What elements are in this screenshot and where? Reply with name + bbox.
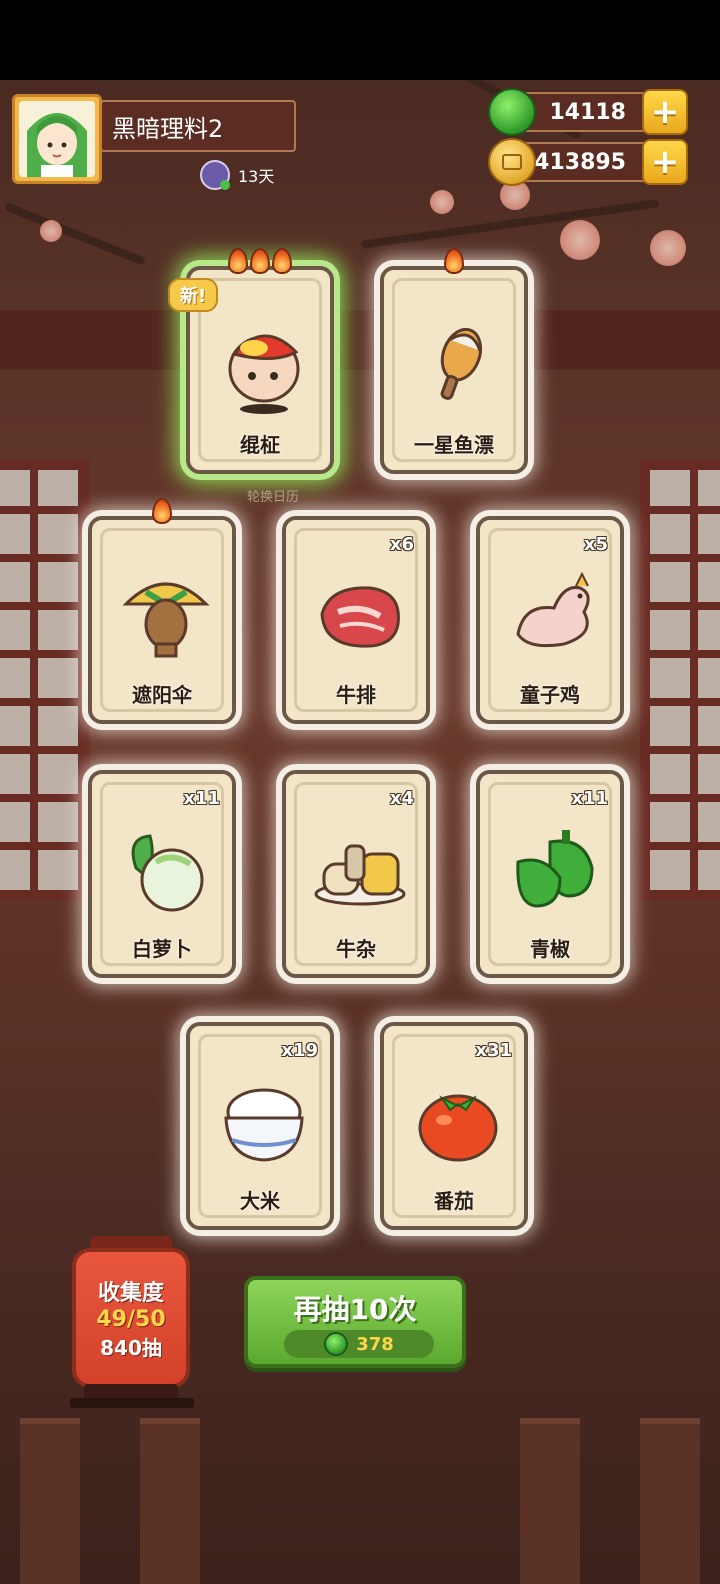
window-left xyxy=(0,460,90,900)
white-radish-icon xyxy=(131,834,204,912)
collection-lantern[interactable]: 收集度 49/50 840抽 xyxy=(72,1248,190,1388)
floor-post xyxy=(520,1418,580,1584)
card-item[interactable]: 遮阳伞 xyxy=(88,498,236,724)
card-name: 牛杂 xyxy=(336,937,376,961)
character-portrait-icon xyxy=(19,101,95,177)
add-coin-button[interactable]: + xyxy=(642,139,688,185)
card-count: x11 xyxy=(183,788,220,809)
rice-bowl-icon xyxy=(224,1088,304,1162)
beam-decor xyxy=(0,310,720,370)
flame-icon xyxy=(228,248,248,274)
collection-label: 收集度 xyxy=(97,1281,164,1306)
card-name: 童子鸡 xyxy=(520,683,580,707)
lantern-stand xyxy=(70,1398,194,1408)
add-jade-button[interactable]: + xyxy=(642,89,688,135)
beef-offal-icon xyxy=(314,844,406,906)
flame-icon xyxy=(152,498,172,524)
player-avatar[interactable] xyxy=(12,94,102,184)
coin-icon xyxy=(488,138,536,186)
blossom-decor xyxy=(430,190,454,214)
branch-decor xyxy=(3,202,147,266)
card-count: x5 xyxy=(583,534,608,555)
new-badge: 新! xyxy=(168,278,219,312)
window-right xyxy=(640,460,720,900)
card-item[interactable]: 新! 绲柾 xyxy=(168,248,334,474)
jade-icon xyxy=(324,1332,349,1356)
card-name: 白萝卜 xyxy=(132,937,192,961)
player-name: 黑暗理料2 xyxy=(112,114,224,143)
floor-post xyxy=(640,1418,700,1584)
card-name: 牛排 xyxy=(336,683,376,707)
draw-cost: 378 xyxy=(284,1330,434,1358)
jade-icon xyxy=(488,88,536,136)
character-badge-icon xyxy=(200,160,230,190)
card-name: 一星鱼漂 xyxy=(414,433,494,457)
card-name: 青椒 xyxy=(530,937,570,961)
flame-icon xyxy=(272,248,292,274)
card-name: 绲柾 xyxy=(240,433,280,457)
parasol-icon xyxy=(122,582,210,658)
coin-currency: 14413895 + xyxy=(488,138,688,186)
card-item[interactable]: x6 牛排 xyxy=(282,516,430,724)
blossom-decor xyxy=(650,230,686,266)
card-item[interactable]: x31 番茄 xyxy=(380,1022,528,1230)
floor-post xyxy=(20,1418,80,1584)
days-counter: 13天 xyxy=(200,158,274,192)
draw-count: 840抽 xyxy=(100,1336,162,1360)
card-item[interactable]: 一星鱼漂 xyxy=(380,248,528,474)
flame-icon xyxy=(444,248,464,274)
rotation-calendar-label: 轮换日历 xyxy=(246,490,299,505)
card-count: x31 xyxy=(475,1040,512,1061)
goldfish-icon xyxy=(228,334,300,414)
steak-icon xyxy=(320,586,400,648)
player-name-plate: 黑暗理料2 xyxy=(100,100,296,152)
jade-currency: 14118 + xyxy=(488,88,688,136)
days-text: 13天 xyxy=(238,167,275,186)
card-count: x6 xyxy=(389,534,414,555)
jade-amount: 14118 xyxy=(549,99,626,125)
card-item[interactable]: x19 大米 xyxy=(186,1022,334,1230)
tomato-icon xyxy=(418,1094,498,1162)
chicken-icon xyxy=(516,571,590,648)
blossom-decor xyxy=(40,220,62,242)
rarity-flames xyxy=(190,248,330,274)
rarity-flames xyxy=(384,248,524,274)
green-pepper-icon xyxy=(516,830,594,908)
fishing-float-icon xyxy=(440,327,483,400)
floor-post xyxy=(140,1418,200,1584)
collection-progress: 49/50 xyxy=(96,1307,166,1332)
card-item[interactable]: x4 牛杂 xyxy=(282,770,430,978)
card-count: x11 xyxy=(571,788,608,809)
avatar-portrait xyxy=(19,101,95,177)
card-count: x19 xyxy=(281,1040,318,1061)
blossom-decor xyxy=(560,220,600,260)
draw-again-button[interactable]: 再抽10次 378 xyxy=(244,1276,466,1368)
card-name: 番茄 xyxy=(434,1189,474,1213)
card-count: x4 xyxy=(389,788,414,809)
card-item[interactable]: x5 童子鸡 xyxy=(476,516,624,724)
flame-icon xyxy=(250,248,270,274)
card-item[interactable]: x11 青椒 xyxy=(476,770,624,978)
draw-cost-amount: 378 xyxy=(356,1333,394,1355)
card-name: 大米 xyxy=(240,1189,280,1213)
rarity-flames xyxy=(92,498,232,524)
card-name: 遮阳伞 xyxy=(132,683,192,707)
card-item[interactable]: x11 白萝卜 xyxy=(88,770,236,978)
draw-again-label: 再抽10次 xyxy=(293,1293,417,1326)
